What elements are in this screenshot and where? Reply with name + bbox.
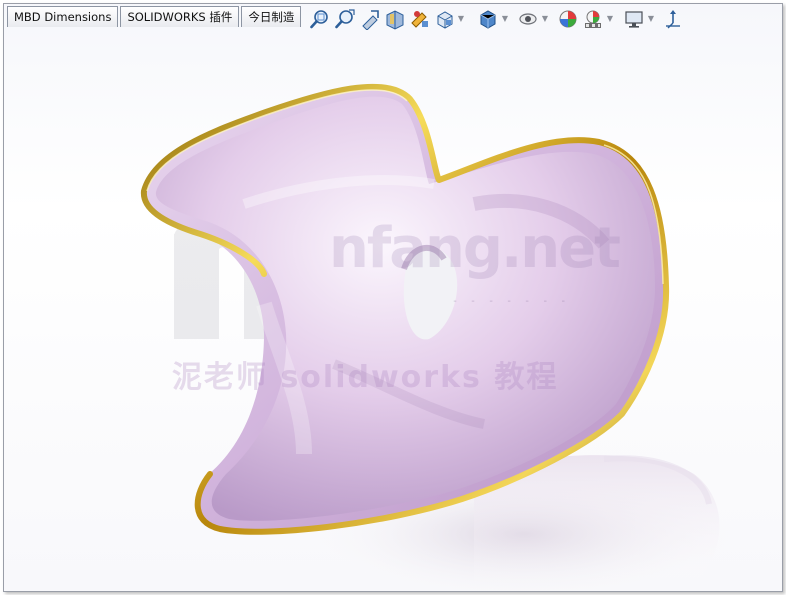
previous-view-icon[interactable] (359, 8, 381, 30)
tab-today-manufacturing[interactable]: 今日制造 (241, 6, 302, 27)
apply-scene-dropdown-icon[interactable]: ▼ (606, 8, 614, 30)
display-style-icon[interactable] (477, 8, 499, 30)
zoom-to-fit-icon[interactable] (309, 8, 331, 30)
hide-show-items-icon[interactable] (517, 8, 539, 30)
view-settings-icon[interactable] (623, 8, 645, 30)
edit-appearance-icon[interactable] (557, 8, 579, 30)
watermark-site-text: nfang.net (329, 216, 621, 281)
watermark-caption: 泥老师 solidworks 教程 (172, 360, 559, 395)
tab-solidworks-addins[interactable]: SOLIDWORKS 插件 (120, 6, 240, 27)
tab-mbd-dimensions[interactable]: MBD Dimensions (7, 6, 119, 27)
command-manager-tabs: MBD Dimensions SOLIDWORKS 插件 今日制造 (7, 4, 303, 28)
hide-show-dropdown-icon[interactable]: ▼ (541, 8, 549, 30)
graphics-viewport[interactable]: nfang.net - - - - - - - 泥老师 solidworks 教… (3, 3, 783, 592)
triad-icon[interactable] (662, 8, 684, 30)
view-orientation-dropdown-icon[interactable]: ▼ (457, 8, 465, 30)
solidworks-app-window: nfang.net - - - - - - - 泥老师 solidworks 教… (0, 0, 786, 595)
model-scene (140, 83, 754, 591)
dynamic-annotation-views-icon[interactable] (409, 8, 431, 30)
zoom-to-area-icon[interactable] (334, 8, 356, 30)
section-view-icon[interactable] (384, 8, 406, 30)
apply-scene-icon[interactable] (582, 8, 604, 30)
view-settings-dropdown-icon[interactable]: ▼ (647, 8, 655, 30)
view-orientation-icon[interactable] (434, 8, 456, 30)
watermark-dashes: - - - - - - - (452, 296, 570, 307)
display-style-dropdown-icon[interactable]: ▼ (501, 8, 509, 30)
